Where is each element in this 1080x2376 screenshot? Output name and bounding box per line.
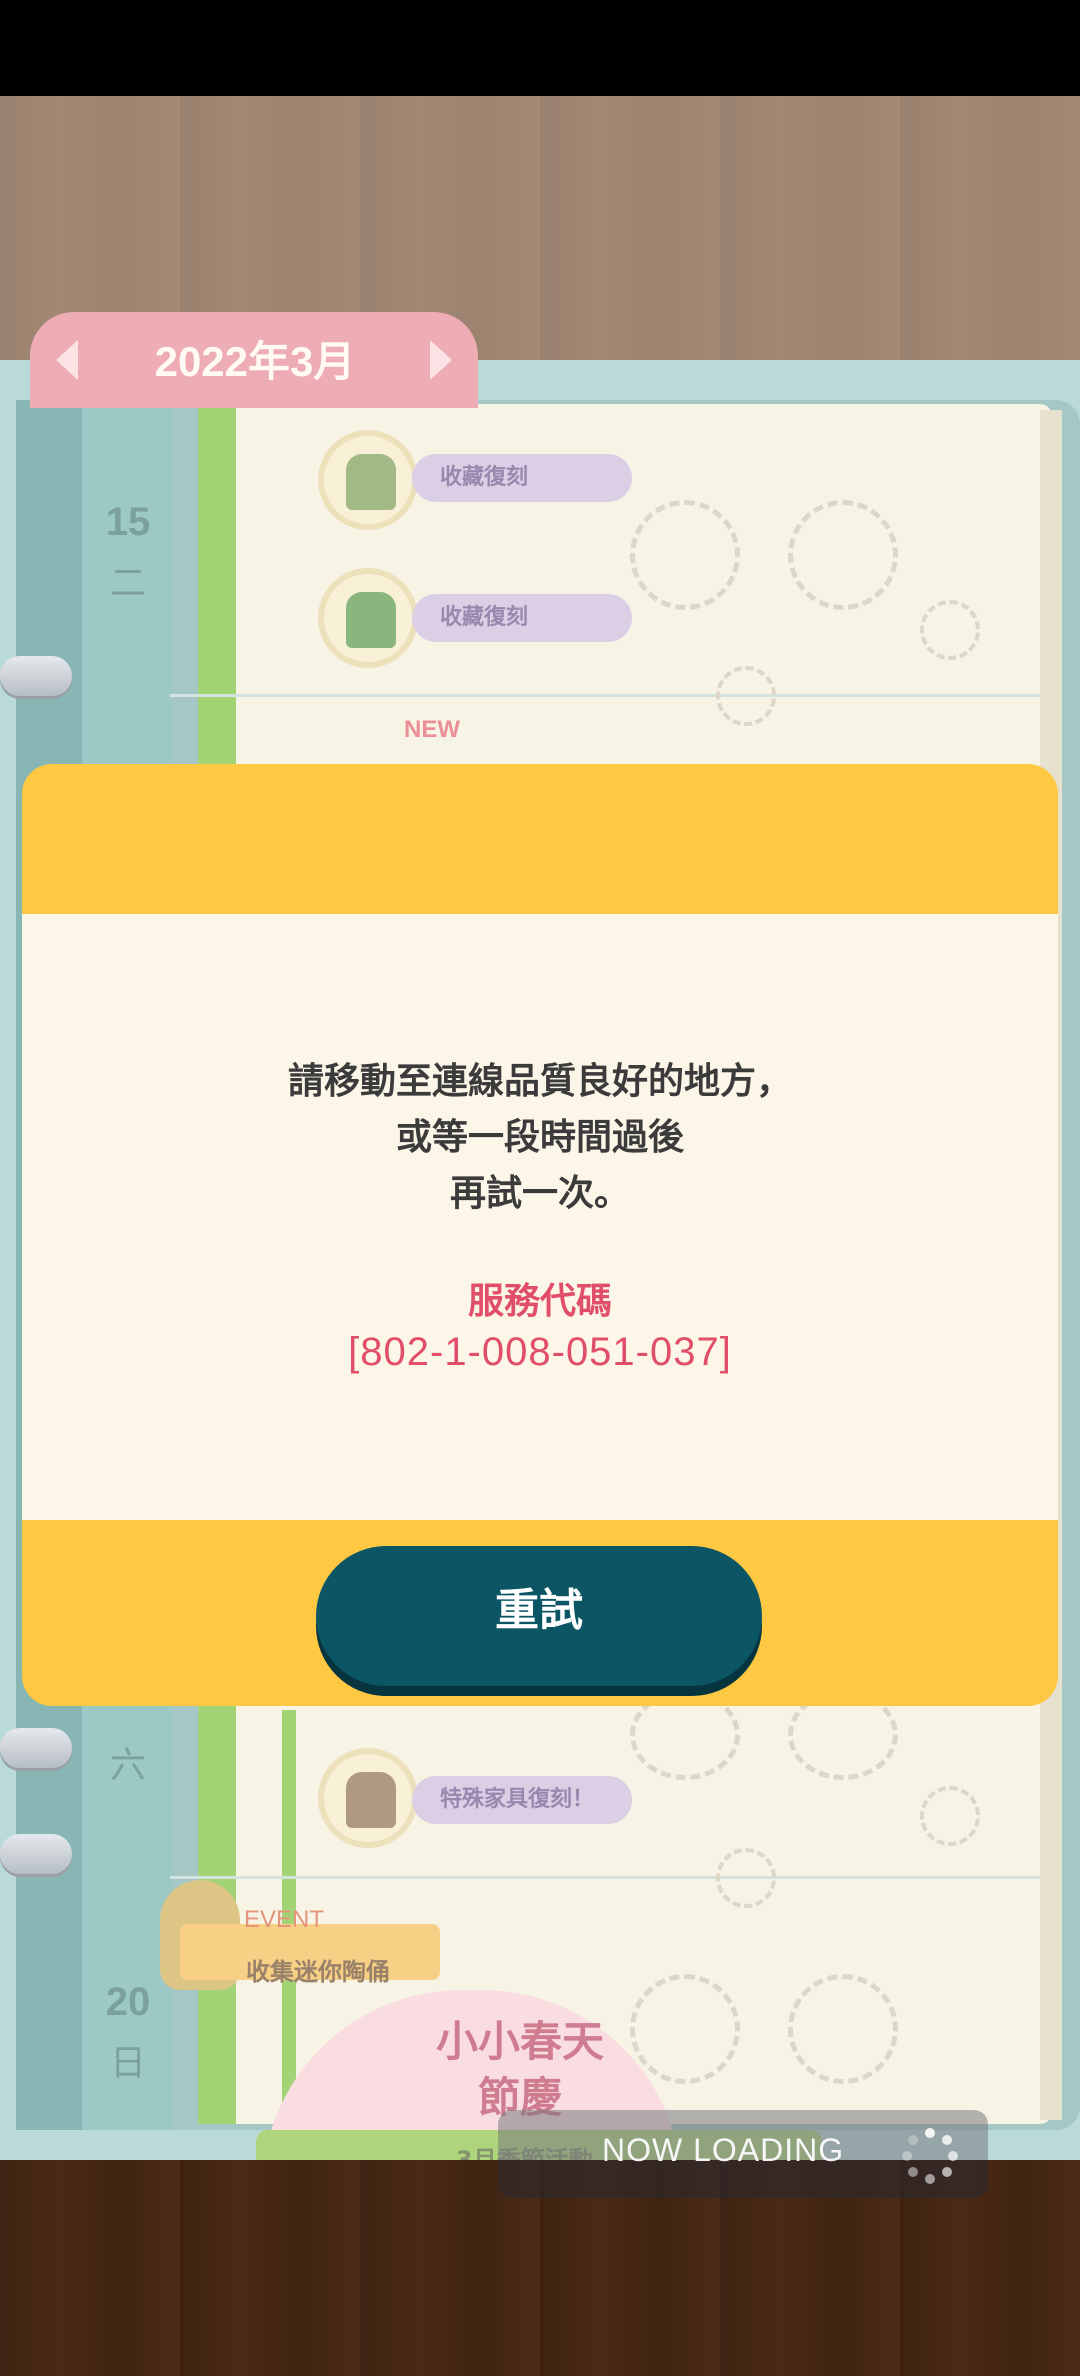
service-code-value: [802-1-008-051-037] — [348, 1330, 732, 1374]
status-bar — [0, 0, 1080, 96]
retry-button[interactable]: 重試 — [316, 1546, 762, 1686]
retry-button-label: 重試 — [495, 1585, 583, 1636]
error-message: 請移動至連線品質良好的地方， 或等一段時間過後 再試一次。 — [22, 1054, 1058, 1222]
service-code-title: 服務代碼 — [467, 1281, 612, 1322]
error-message-line: 請移動至連線品質良好的地方， — [287, 1061, 792, 1102]
error-message-line: 或等一段時間過後 — [395, 1117, 684, 1158]
error-message-line: 再試一次。 — [449, 1173, 630, 1214]
